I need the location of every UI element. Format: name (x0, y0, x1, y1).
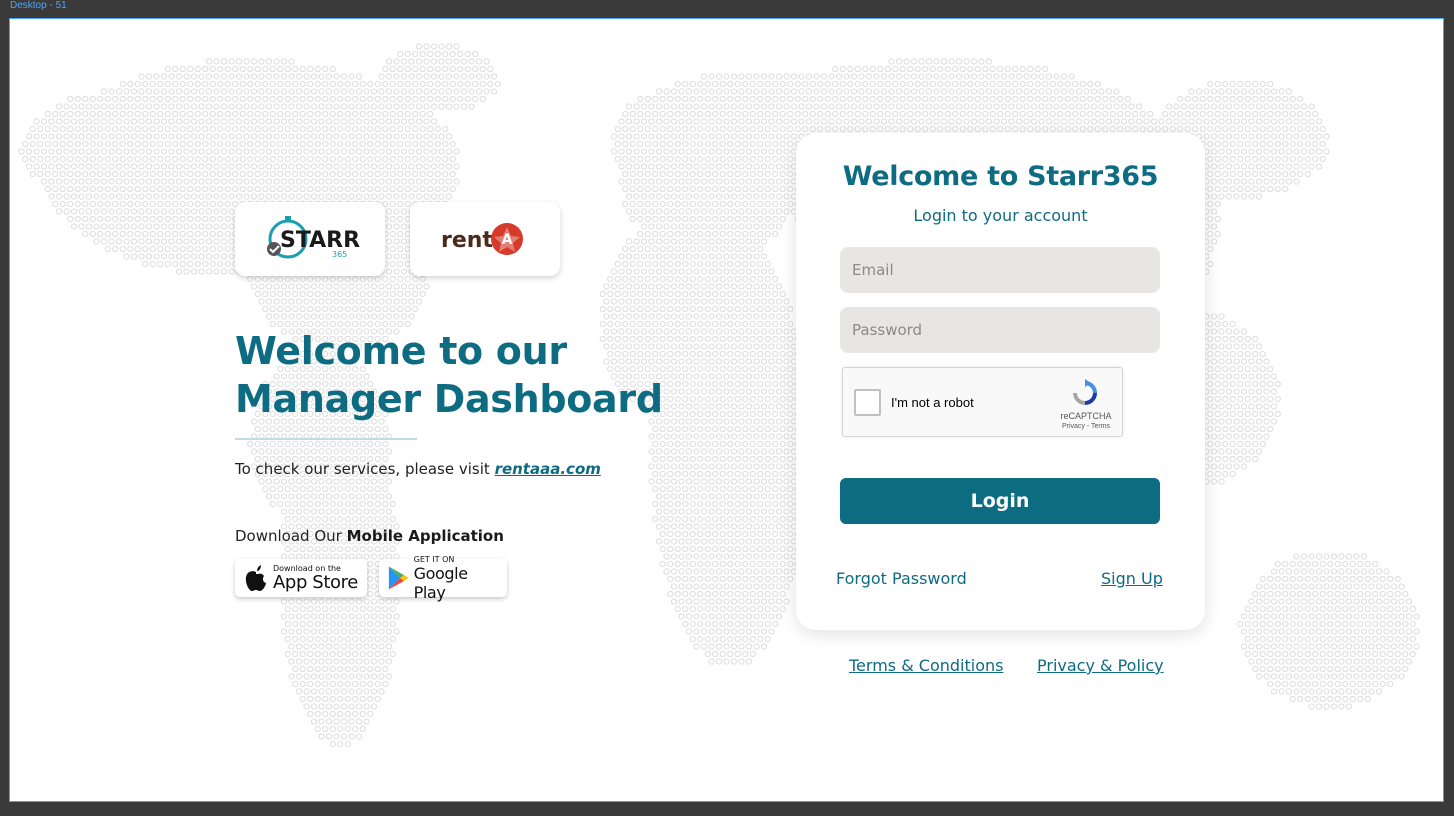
starr365-logo: STARR 365 (267, 216, 360, 259)
hero-title-line1: Welcome to our (235, 329, 567, 373)
visit-prefix: To check our services, please visit (235, 460, 490, 478)
rent-badge-text: A (502, 232, 513, 248)
rent-text: rent (441, 228, 493, 253)
rentaaa-link[interactable]: rentaaa.com (495, 460, 601, 478)
password-field[interactable] (840, 307, 1160, 353)
starr365-logo-card: STARR 365 (235, 202, 385, 276)
recaptcha-icon (1073, 379, 1097, 405)
recaptcha-label: I'm not a robot (891, 395, 974, 410)
app-store-big: App Store (273, 572, 358, 593)
starr-sub-text: 365 (332, 250, 347, 259)
hero-title: Welcome to our Manager Dashboard (235, 327, 663, 423)
play-icon (388, 566, 409, 590)
terms-link[interactable]: Terms & Conditions (849, 656, 1003, 675)
download-text: Download Our Mobile Application (235, 527, 504, 545)
google-play-small: GET IT ON (413, 554, 455, 564)
rentaaa-logo-card: rent A (410, 202, 560, 276)
google-play-text: GET IT ON Google Play (414, 555, 499, 602)
google-play-big: Google Play (413, 563, 468, 602)
world-dot-map (18, 43, 1420, 748)
download-prefix: Download Our (235, 527, 342, 545)
hero-underline (235, 438, 417, 440)
map-dots (18, 43, 1420, 748)
recaptcha-brand: reCAPTCHA (1060, 411, 1112, 421)
recaptcha-links[interactable]: Privacy - Terms (1043, 423, 1129, 430)
app-store-button[interactable]: Download on the App Store (235, 559, 367, 597)
rentaaa-logo: rent A (441, 223, 523, 255)
forgot-password-link[interactable]: Forgot Password (836, 569, 967, 588)
privacy-link[interactable]: Privacy & Policy (1037, 656, 1164, 675)
download-bold: Mobile Application (346, 527, 504, 545)
login-button[interactable]: Login (840, 478, 1160, 524)
recaptcha-checkbox[interactable] (854, 389, 881, 416)
recaptcha-widget: I'm not a robot reCAPTCHA Privacy - Term… (842, 367, 1123, 437)
email-field[interactable] (840, 247, 1160, 293)
hero-title-line2: Manager Dashboard (235, 377, 663, 421)
frame-label: Desktop - 51 (10, 0, 67, 11)
app-store-text: Download on the App Store (273, 564, 358, 592)
google-play-button[interactable]: GET IT ON Google Play (379, 555, 507, 602)
sign-up-link[interactable]: Sign Up (1101, 569, 1163, 588)
starr-text: STARR (280, 228, 360, 253)
login-subtitle: Login to your account (913, 206, 1088, 225)
apple-icon (245, 565, 266, 591)
login-title: Welcome to Starr365 (842, 161, 1159, 192)
visit-text: To check our services, please visit rent… (235, 460, 601, 478)
login-card: Welcome to Starr365 Login to your accoun… (796, 133, 1205, 630)
artboard: STARR 365 rent A Welcome to our Manager … (9, 18, 1444, 802)
